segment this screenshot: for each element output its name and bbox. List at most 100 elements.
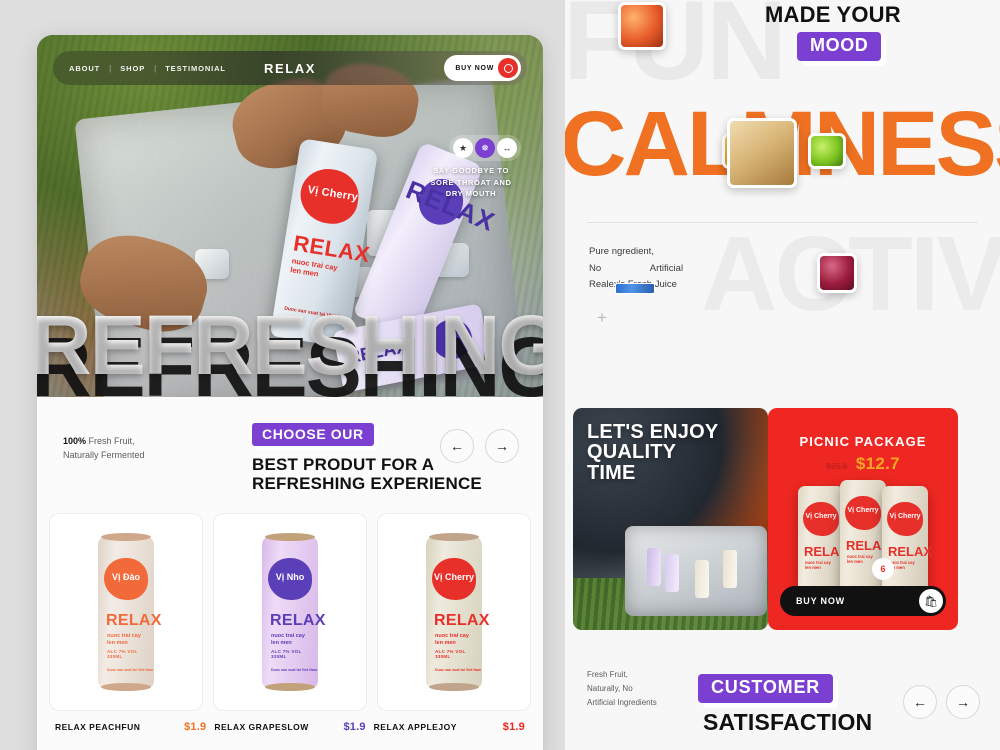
shopping-bag-icon: 🛍 bbox=[919, 589, 943, 613]
picnic-new-price: $12.7 bbox=[855, 454, 900, 473]
picnic-can-flavor: Vị Cherry bbox=[889, 513, 921, 520]
product-can-footer: Duoc san xuat tai Viet Nam bbox=[107, 668, 154, 672]
arrow-left-icon[interactable]: ← bbox=[440, 429, 474, 463]
product-grid: Vị Đào RELAX nuoc trai cay len men ALC 7… bbox=[37, 509, 543, 711]
can-base bbox=[101, 683, 151, 691]
product-card[interactable]: Vị Đào RELAX nuoc trai cay len men ALC 7… bbox=[49, 513, 203, 711]
satisfaction-carousel-arrows: ← → bbox=[903, 685, 980, 719]
quality-time-card[interactable]: LET'S ENJOY QUALITY TIME bbox=[573, 408, 768, 630]
left-panel: RELAX Vị Cherry RELAX nuoc trai cay len … bbox=[37, 35, 543, 750]
product-can-subtitle: nuoc trai cay len men bbox=[107, 633, 141, 647]
nav-link-about[interactable]: ABOUT bbox=[69, 64, 100, 73]
product-price: $1.9 bbox=[502, 721, 525, 733]
hero-overlay-word: REFRESHING bbox=[37, 303, 543, 387]
picnic-can-subtitle: nuoc trai cay len men bbox=[805, 560, 831, 571]
picnic-card-title: PICNIC PACKAGE bbox=[799, 434, 927, 449]
product-carousel-arrows: ← → bbox=[440, 429, 519, 463]
hero-section: RELAX Vị Cherry RELAX nuoc trai cay len … bbox=[37, 35, 543, 397]
product-can-title: RELAX bbox=[434, 612, 490, 629]
product-meta-row: RELAX PEACHFUN $1.9 RELAX GRAPESLOW $1.9… bbox=[37, 711, 543, 733]
picnic-package-card[interactable]: PICNIC PACKAGE $15.8 $12.7 Vị Cherry REL… bbox=[768, 408, 958, 630]
fresh-percent: 100% bbox=[63, 436, 87, 446]
product-price: $1.9 bbox=[184, 721, 207, 733]
product-can-footer: Duoc san xuat tai Viet Nam bbox=[271, 668, 318, 672]
can-base bbox=[429, 683, 479, 691]
quality-card-title: LET'S ENJOY QUALITY TIME bbox=[587, 421, 719, 484]
picnic-can: Vị Cherry RELAX nuoc trai cay len men bbox=[798, 486, 848, 596]
product-can-flavor: Vị Nho bbox=[275, 572, 305, 582]
arrow-right-icon[interactable]: → bbox=[946, 685, 980, 719]
product-can-subtitle: nuoc trai cay len men bbox=[271, 633, 305, 647]
satisfaction-title: SATISFACTION bbox=[703, 709, 873, 735]
picnic-can: Vị Cherry RELAX nuoc trai cay len men bbox=[882, 486, 932, 596]
grape-thumbnail bbox=[817, 253, 857, 293]
choose-section: 100% Fresh Fruit, Naturally Fermented CH… bbox=[37, 397, 543, 509]
arrow-left-icon[interactable]: ← bbox=[903, 685, 937, 719]
product-card[interactable]: Vị Nho RELAX nuoc trai cay len men ALC 7… bbox=[213, 513, 367, 711]
product-can-title: RELAX bbox=[106, 612, 162, 629]
pure-line-2a: No bbox=[589, 262, 602, 274]
picnic-can-title: RELAX bbox=[888, 544, 933, 559]
satisfaction-note: Fresh Fruit, Naturally, No Artificial In… bbox=[587, 670, 657, 707]
blender-icon[interactable]: ★ bbox=[453, 138, 473, 158]
lime-thumbnail bbox=[808, 133, 846, 169]
product-can: Vị Cherry RELAX nuoc trai cay len men AL… bbox=[426, 533, 489, 691]
inline-berry-thumbnail bbox=[615, 282, 655, 294]
product-meta: RELAX APPLEJOY $1.9 bbox=[370, 721, 529, 733]
product-card[interactable]: Vị Cherry RELAX nuoc trai cay len men AL… bbox=[377, 513, 531, 711]
can-base bbox=[265, 683, 315, 691]
product-can: Vị Đào RELAX nuoc trai cay len men ALC 7… bbox=[98, 533, 161, 691]
picnic-buy-now-label: BUY NOW bbox=[796, 596, 845, 606]
mini-can bbox=[695, 560, 709, 598]
right-panel: FUN MADE YOUR MOOD CALMNESS ACTIVE Pure … bbox=[565, 0, 1000, 750]
fresh-note-line2: Naturally Fermented bbox=[63, 450, 145, 461]
mood-chip: MOOD bbox=[797, 32, 882, 61]
arrow-right-icon[interactable]: → bbox=[485, 429, 519, 463]
hero-overlay-word-wrap: REFRESHING REFRESHING bbox=[37, 298, 543, 397]
pack-count-badge: 6 bbox=[872, 558, 894, 580]
product-can-abv: ALC 7% VOL 330ML bbox=[271, 649, 302, 659]
picnic-old-price: $15.8 bbox=[826, 461, 848, 471]
product-can: Vị Nho RELAX nuoc trai cay len men ALC 7… bbox=[262, 533, 325, 691]
picnic-can-flavor: Vị Cherry bbox=[805, 513, 837, 520]
product-can-flavor: Vị Cherry bbox=[433, 572, 475, 582]
nav-link-shop[interactable]: SHOP bbox=[120, 64, 145, 73]
mini-can bbox=[723, 550, 737, 588]
product-meta: RELAX PEACHFUN $1.9 bbox=[51, 721, 210, 733]
pure-ingredient-text: Pure ngredient, No Artificial Realex's F… bbox=[589, 244, 759, 294]
snowflake-icon[interactable]: ❅ bbox=[475, 138, 495, 158]
buy-now-label: BUY NOW bbox=[455, 64, 494, 72]
made-your-heading: MADE YOUR bbox=[765, 2, 901, 27]
pure-line-1: Pure ngredient, bbox=[589, 246, 654, 257]
ghost-word-fun: FUN bbox=[565, 0, 787, 103]
arrows-icon[interactable]: ↔ bbox=[497, 138, 517, 158]
hero-feature-pills[interactable]: ★ ❅ ↔ bbox=[449, 135, 521, 161]
fresh-note-line1: Fresh Fruit, bbox=[86, 436, 135, 446]
pure-line-2b: Artificial bbox=[649, 262, 684, 274]
mini-can bbox=[647, 548, 661, 586]
nav-links: ABOUT | SHOP | TESTIMONIAL bbox=[69, 64, 226, 73]
product-name: RELAX GRAPESLOW bbox=[214, 722, 309, 732]
product-price: $1.9 bbox=[343, 721, 366, 733]
nav-separator: | bbox=[154, 63, 157, 73]
navbar: ABOUT | SHOP | TESTIMONIAL RELAX BUY NOW bbox=[53, 51, 527, 85]
circle-cart-icon bbox=[498, 58, 518, 78]
nav-link-testimonial[interactable]: TESTIMONIAL bbox=[165, 64, 226, 73]
product-meta: RELAX GRAPESLOW $1.9 bbox=[210, 721, 369, 733]
product-can-abv: ALC 7% VOL 330ML bbox=[435, 649, 466, 659]
peach-thumbnail bbox=[618, 2, 666, 50]
choose-our-chip: CHOOSE OUR bbox=[252, 423, 374, 446]
buy-now-button[interactable]: BUY NOW bbox=[444, 55, 521, 81]
product-can-footer: Duoc san xuat tai Viet Nam bbox=[435, 668, 482, 672]
customer-chip: CUSTOMER bbox=[698, 674, 834, 703]
product-can-flavor: Vị Đào bbox=[111, 572, 140, 582]
ginger-thumbnail bbox=[727, 118, 797, 188]
product-can-title: RELAX bbox=[270, 612, 326, 629]
nav-separator: | bbox=[109, 63, 112, 73]
can-lid bbox=[265, 533, 315, 541]
product-can-subtitle: nuoc trai cay len men bbox=[435, 633, 469, 647]
plus-icon[interactable]: + bbox=[597, 308, 607, 328]
mini-can bbox=[665, 554, 679, 592]
picnic-buy-now-button[interactable]: BUY NOW 🛍 bbox=[780, 586, 946, 616]
can-lid bbox=[101, 533, 151, 541]
